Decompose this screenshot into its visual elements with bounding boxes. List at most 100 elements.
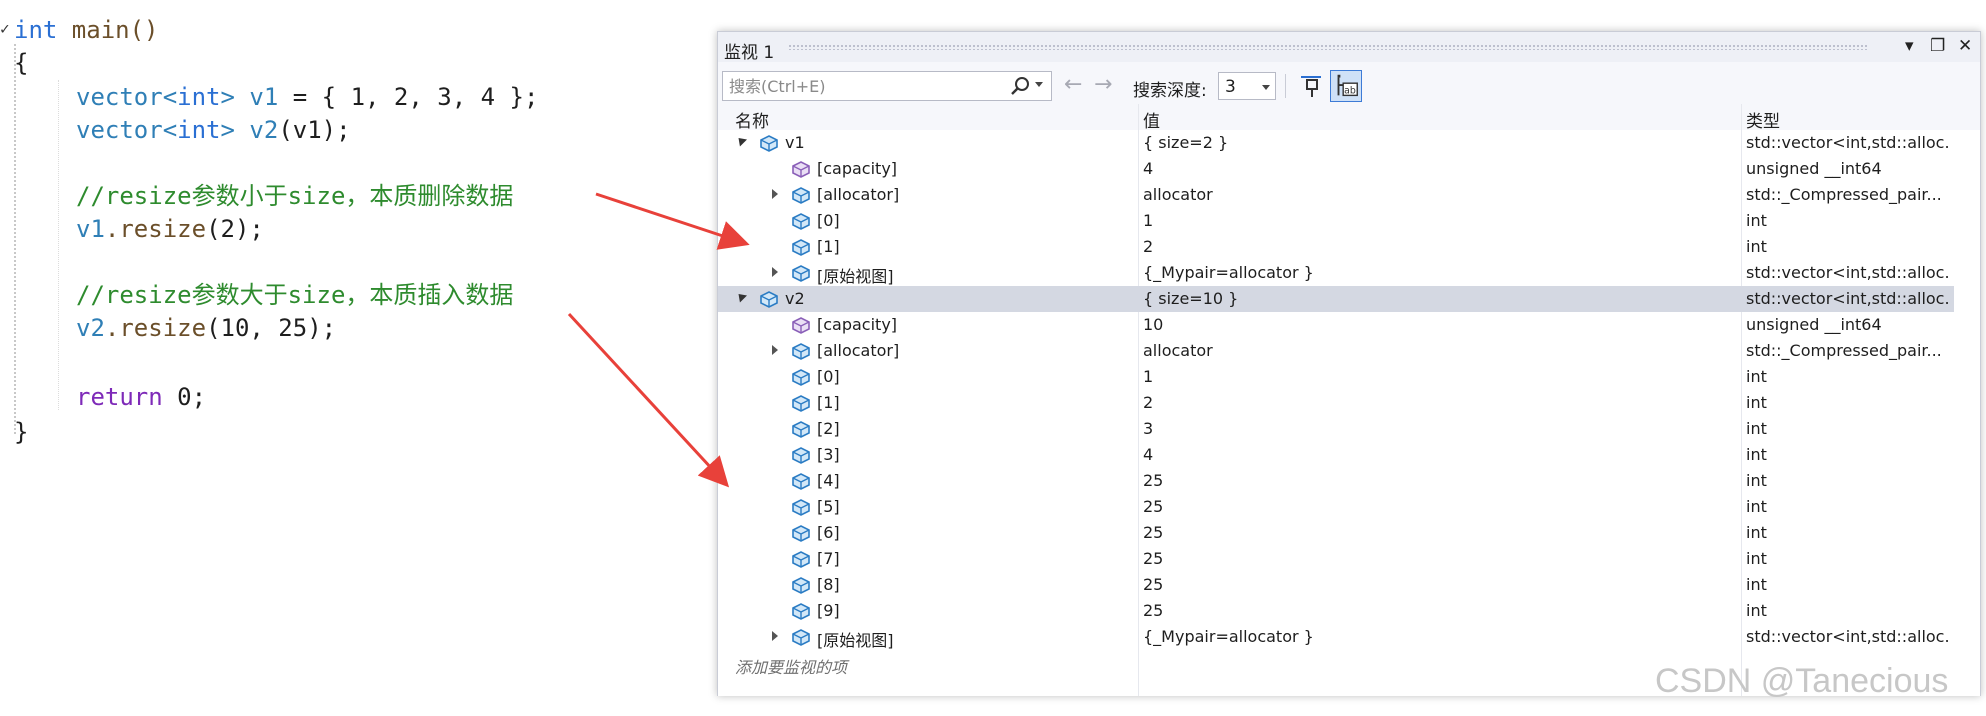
object-icon <box>792 265 810 282</box>
field-icon <box>792 161 810 178</box>
hex-display-toggle[interactable]: ab <box>1330 70 1362 102</box>
hex-display-icon: ab <box>1337 74 1358 97</box>
watch-row-value[interactable]: 25 <box>1143 575 1613 594</box>
watch-row[interactable]: [5] 25 int <box>718 494 1954 520</box>
drag-grip[interactable] <box>788 44 1868 50</box>
watch-row-value[interactable]: 3 <box>1143 419 1613 438</box>
watch-row[interactable]: v2 { size=10 } std::vector<int,std::alloc.… <box>718 286 1954 312</box>
watch-row-value[interactable]: 25 <box>1143 523 1613 542</box>
search-depth-select[interactable]: 3 <box>1218 72 1276 100</box>
watch-row-value[interactable]: 25 <box>1143 497 1613 516</box>
watch-row-value[interactable]: {_Mypair=allocator } <box>1143 627 1613 646</box>
watch-row-type: int <box>1746 471 1767 490</box>
watch-row-name: [2] <box>817 419 840 438</box>
search-depth-label: 搜索深度: <box>1133 81 1207 101</box>
watch-row[interactable]: [原始视图] {_Mypair=allocator } std::vector<in… <box>718 624 1954 650</box>
watch-row-value[interactable]: 25 <box>1143 471 1613 490</box>
search-box[interactable] <box>722 71 1052 101</box>
object-icon <box>792 577 810 594</box>
collapsed-triangle-icon[interactable] <box>772 345 778 355</box>
watch-row-type: std::_Compressed_pair... <box>1746 341 1942 360</box>
watch-row[interactable]: [allocator] allocator std::_Compressed_pai… <box>718 338 1954 364</box>
watch-titlebar[interactable]: 监视 1 ▾ ❐ ✕ <box>718 32 1980 63</box>
object-icon <box>792 343 810 360</box>
watch-row-name: [0] <box>817 367 840 386</box>
window-menu-dropdown-icon[interactable]: ▾ <box>1905 36 1914 56</box>
initializer: (v1); <box>278 116 351 144</box>
watch-row-value[interactable]: 4 <box>1143 159 1613 178</box>
keyword: int <box>177 116 221 144</box>
watch-row[interactable]: [原始视图] {_Mypair=allocator } std::vector<in… <box>718 260 1954 286</box>
indent-guide-line <box>58 80 59 410</box>
watch-row[interactable]: [6] 25 int <box>718 520 1954 546</box>
chevron-down-icon <box>1262 85 1270 90</box>
watch-row[interactable]: v1 { size=2 } std::vector<int,std::alloc..… <box>718 130 1954 156</box>
code-comment-grow: //resize参数大于size，本质插入数据 <box>76 281 514 309</box>
search-options-dropdown-icon[interactable] <box>1035 82 1043 87</box>
arguments: (10, 25); <box>206 314 337 342</box>
search-input[interactable] <box>729 75 999 97</box>
watch-row-value[interactable]: allocator <box>1143 341 1613 360</box>
search-forward-arrow-icon[interactable]: → <box>1094 73 1112 97</box>
arguments: (2); <box>206 215 264 243</box>
watch-row[interactable]: [7] 25 int <box>718 546 1954 572</box>
watch-row-type: int <box>1746 575 1767 594</box>
watch-row[interactable]: [allocator] allocator std::_Compressed_pai… <box>718 182 1954 208</box>
watch-row-value[interactable]: { size=2 } <box>1143 133 1613 152</box>
watch-row-type: int <box>1746 211 1767 230</box>
column-header-type[interactable]: 类型 <box>1746 107 1780 132</box>
watch-row[interactable]: [4] 25 int <box>718 468 1954 494</box>
watch-row-value[interactable]: 10 <box>1143 315 1613 334</box>
svg-text:ab: ab <box>1344 86 1356 97</box>
close-icon[interactable]: ✕ <box>1958 36 1972 56</box>
collapsed-triangle-icon[interactable] <box>772 267 778 277</box>
watch-row-value[interactable]: { size=10 } <box>1143 289 1613 308</box>
code-editor[interactable]: ✓ int main() { vector<int> v1 = { 1, 2, … <box>0 0 700 716</box>
watch-row-value[interactable]: 25 <box>1143 601 1613 620</box>
watch-row-type: int <box>1746 393 1767 412</box>
watch-title: 监视 1 <box>724 43 775 63</box>
watch-row[interactable]: [0] 1 int <box>718 208 1954 234</box>
watch-row[interactable]: [3] 4 int <box>718 442 1954 468</box>
collapsed-triangle-icon[interactable] <box>772 189 778 199</box>
object-icon <box>792 447 810 464</box>
watch-row-value[interactable]: 2 <box>1143 393 1613 412</box>
toolbar-divider <box>1285 74 1286 98</box>
maximize-icon[interactable]: ❐ <box>1930 36 1945 56</box>
watch-row-value[interactable]: 2 <box>1143 237 1613 256</box>
watch-row[interactable]: [capacity] 4 unsigned __int64 <box>718 156 1954 182</box>
type-token: vector< <box>76 83 178 111</box>
collapsed-triangle-icon[interactable] <box>772 631 778 641</box>
initializer: = { 1, 2, 3, 4 }; <box>278 83 539 111</box>
watch-row-type: int <box>1746 237 1767 256</box>
object-icon <box>792 525 810 542</box>
search-depth-value: 3 <box>1225 77 1236 97</box>
watch-row-name: [1] <box>817 393 840 412</box>
watch-row-value[interactable]: 25 <box>1143 549 1613 568</box>
variable: v1 <box>76 215 105 243</box>
expanded-triangle-icon[interactable] <box>734 290 748 303</box>
watch-row[interactable]: [1] 2 int <box>718 234 1954 260</box>
watch-row-name: [7] <box>817 549 840 568</box>
watch-row[interactable]: [2] 3 int <box>718 416 1954 442</box>
pin-icon[interactable] <box>1297 72 1325 100</box>
watch-row[interactable]: [1] 2 int <box>718 390 1954 416</box>
watch-row-value[interactable]: allocator <box>1143 185 1613 204</box>
column-header-name[interactable]: 名称 <box>735 107 769 132</box>
watch-row-value[interactable]: {_Mypair=allocator } <box>1143 263 1613 282</box>
expanded-triangle-icon[interactable] <box>734 134 748 147</box>
watch-row[interactable]: [8] 25 int <box>718 572 1954 598</box>
add-watch-item-placeholder[interactable]: 添加要监视的项 <box>735 654 847 678</box>
watch-row-value[interactable]: 1 <box>1143 367 1613 386</box>
collapse-chevron-icon[interactable]: ✓ <box>0 19 10 38</box>
object-icon <box>792 395 810 412</box>
watch-row[interactable]: [capacity] 10 unsigned __int64 <box>718 312 1954 338</box>
watch-row-value[interactable]: 4 <box>1143 445 1613 464</box>
watch-row[interactable]: [0] 1 int <box>718 364 1954 390</box>
search-icon[interactable] <box>1010 75 1032 97</box>
watch-row[interactable]: [9] 25 int <box>718 598 1954 624</box>
watch-row-value[interactable]: 1 <box>1143 211 1613 230</box>
search-back-arrow-icon[interactable]: ← <box>1064 73 1082 97</box>
column-header-value[interactable]: 值 <box>1143 107 1160 132</box>
watch-row-type: std::vector<int,std::alloc... <box>1746 263 1951 282</box>
